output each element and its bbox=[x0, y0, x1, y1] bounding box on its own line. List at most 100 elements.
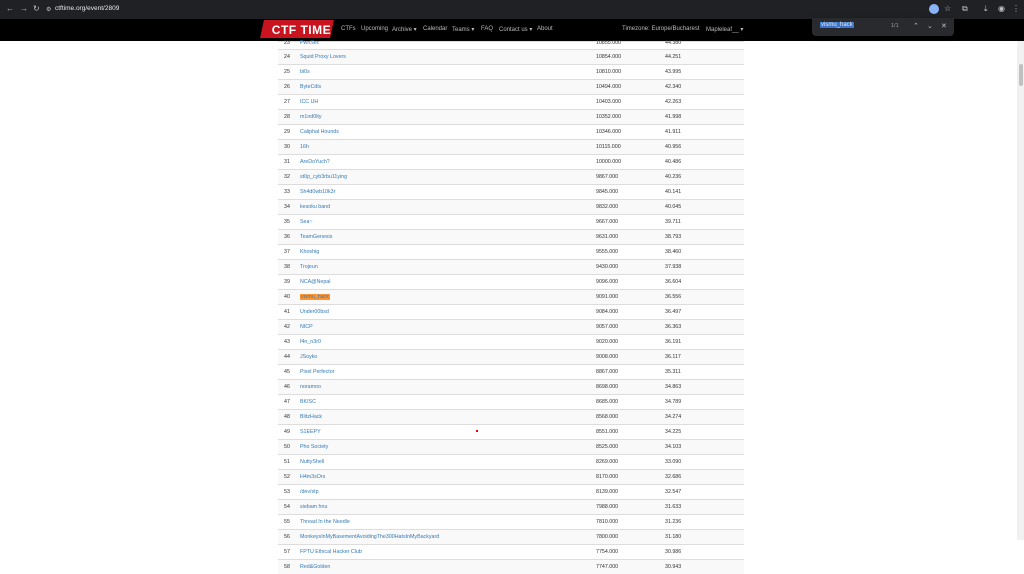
table-row: 23 PwnSec 10855.000 44.380 bbox=[278, 40, 744, 49]
points-cell: 8867.000 bbox=[596, 369, 619, 375]
find-close-icon[interactable]: ✕ bbox=[941, 22, 947, 30]
forward-icon[interactable]: → bbox=[20, 5, 28, 13]
team-link[interactable]: NCA@Nepal bbox=[300, 279, 330, 285]
table-row: 27 ICC UH 10403.000 42.263 bbox=[278, 94, 744, 109]
team-link[interactable]: Under00bsd bbox=[300, 309, 329, 315]
ctftime-logo[interactable]: CTF TIME bbox=[260, 20, 334, 38]
nav-teams[interactable]: Teams ▾ bbox=[452, 26, 474, 33]
team-link[interactable]: Red&Golden bbox=[300, 564, 330, 570]
team-link[interactable]: H4m3sOrs bbox=[300, 474, 325, 480]
rating-cell: 31.236 bbox=[665, 519, 682, 525]
team-link[interactable]: NuttyShell bbox=[300, 459, 324, 465]
rating-cell: 34.274 bbox=[665, 414, 682, 420]
nav-calendar[interactable]: Calendar bbox=[423, 26, 447, 32]
account-icon[interactable]: ◉ bbox=[998, 5, 1005, 13]
reload-icon[interactable]: ↻ bbox=[33, 5, 40, 13]
team-link[interactable]: noramoo bbox=[300, 384, 321, 390]
team-link[interactable]: Pixel Perfector bbox=[300, 369, 334, 375]
profile-avatar-icon[interactable] bbox=[929, 4, 939, 14]
rating-cell: 41.998 bbox=[665, 114, 682, 120]
rank-cell: 35 bbox=[284, 219, 290, 225]
find-prev-icon[interactable]: ⌃ bbox=[913, 22, 919, 30]
nav-upcoming[interactable]: Upcoming bbox=[361, 26, 388, 32]
team-link[interactable]: f4n_n3r0 bbox=[300, 339, 321, 345]
points-cell: 9091.000 bbox=[596, 294, 619, 300]
team-link[interactable]: m1nd0lty bbox=[300, 114, 322, 120]
points-cell: 10494.000 bbox=[596, 84, 622, 90]
scrollbar-thumb[interactable] bbox=[1019, 64, 1023, 86]
team-link[interactable]: FPTU Ethical Hacker Club bbox=[300, 549, 362, 555]
table-row: 49 S1EEPY 8551.000 34.225 bbox=[278, 424, 744, 439]
back-icon[interactable]: ← bbox=[6, 5, 14, 13]
team-link[interactable]: siebam hnu bbox=[300, 504, 327, 510]
team-link[interactable]: bi0s bbox=[300, 69, 310, 75]
points-cell: 10855.000 bbox=[596, 40, 622, 46]
team-link[interactable]: st0p_cyb3rbu11ying bbox=[300, 174, 347, 180]
team-link[interactable]: Sh4d0wb10k3r bbox=[300, 189, 335, 195]
extensions-icon[interactable]: ⧉ bbox=[962, 5, 968, 13]
table-row: 37 Khoshig 9555.000 38.460 bbox=[278, 244, 744, 259]
points-cell: 10000.000 bbox=[596, 159, 622, 165]
logo-text: CTF TIME bbox=[271, 23, 332, 37]
team-link[interactable]: JSoyko bbox=[300, 354, 317, 360]
team-link[interactable]: Caliphal Hounds bbox=[300, 129, 339, 135]
menu-icon[interactable]: ⋮ bbox=[1012, 5, 1020, 13]
team-link[interactable]: Khoshig bbox=[300, 249, 319, 255]
team-link[interactable]: vismu_hack bbox=[300, 294, 330, 300]
points-cell: 8685.000 bbox=[596, 399, 619, 405]
team-link[interactable]: Trojeun bbox=[300, 264, 318, 270]
rating-cell: 39.711 bbox=[665, 219, 681, 225]
points-cell: 10810.000 bbox=[596, 69, 622, 75]
team-link[interactable]: BlitzHack bbox=[300, 414, 322, 420]
download-icon[interactable]: ⤓ bbox=[984, 5, 988, 13]
points-cell: 8139.000 bbox=[596, 489, 619, 495]
user-menu[interactable]: Mapleleaf__ ▾ bbox=[706, 26, 743, 33]
nav-contact[interactable]: Contact us ▾ bbox=[499, 26, 532, 33]
team-link[interactable]: BKISC bbox=[300, 399, 316, 405]
rank-cell: 41 bbox=[284, 309, 290, 315]
team-link[interactable]: S1EEPY bbox=[300, 429, 321, 435]
table-row: 57 FPTU Ethical Hacker Club 7754.000 30.986 bbox=[278, 544, 744, 559]
cursor-dot bbox=[476, 430, 478, 432]
table-row: 44 JSoyko 9008.000 36.117 bbox=[278, 349, 744, 364]
rank-cell: 51 bbox=[284, 459, 290, 465]
nav-ctfs[interactable]: CTFs bbox=[341, 26, 356, 32]
bookmark-star-icon[interactable]: ☆ bbox=[944, 5, 951, 13]
points-cell: 10854.000 bbox=[596, 54, 622, 60]
rank-cell: 40 bbox=[284, 294, 290, 300]
points-cell: 7988.000 bbox=[596, 504, 619, 510]
rank-cell: 50 bbox=[284, 444, 290, 450]
rank-cell: 28 bbox=[284, 114, 290, 120]
team-link[interactable]: AreDoYuch? bbox=[300, 159, 330, 165]
team-link[interactable]: ICC UH bbox=[300, 99, 318, 105]
nav-faq[interactable]: FAQ bbox=[481, 26, 493, 32]
team-link[interactable]: 16h bbox=[300, 144, 309, 150]
site-info-icon[interactable]: ⚙ bbox=[46, 6, 51, 14]
team-link[interactable]: Pho Society bbox=[300, 444, 328, 450]
nav-archive[interactable]: Archive ▾ bbox=[392, 26, 417, 33]
team-link[interactable]: MonkeysInMyBasementAvoidingThe300HatsInM… bbox=[300, 534, 439, 540]
rating-cell: 41.911 bbox=[665, 129, 681, 135]
team-link[interactable]: PwnSec bbox=[300, 40, 319, 46]
team-link[interactable]: ByteCdls bbox=[300, 84, 321, 90]
find-input[interactable]: vismu_hack bbox=[820, 22, 854, 28]
team-link[interactable]: Squid Proxy Lovers bbox=[300, 54, 346, 60]
team-link[interactable]: TeamGenesis bbox=[300, 234, 332, 240]
rank-cell: 48 bbox=[284, 414, 290, 420]
team-link[interactable]: /dev/stp bbox=[300, 489, 319, 495]
table-row: 30 16h 10115.000 40.956 bbox=[278, 139, 744, 154]
team-link[interactable]: Sea~ bbox=[300, 219, 313, 225]
team-link[interactable]: kesoku band bbox=[300, 204, 330, 210]
rank-cell: 57 bbox=[284, 549, 290, 555]
rank-cell: 53 bbox=[284, 489, 290, 495]
rating-cell: 36.363 bbox=[665, 324, 682, 330]
address-bar[interactable]: ctftime.org/event/2809 bbox=[55, 5, 119, 12]
rating-cell: 34.225 bbox=[665, 429, 682, 435]
rank-cell: 32 bbox=[284, 174, 290, 180]
team-link[interactable]: NICP bbox=[300, 324, 313, 330]
team-link[interactable]: Thread In the Needle bbox=[300, 519, 350, 525]
nav-about[interactable]: About bbox=[537, 26, 553, 32]
find-next-icon[interactable]: ⌄ bbox=[927, 22, 933, 30]
rank-cell: 47 bbox=[284, 399, 290, 405]
scrollbar[interactable] bbox=[1017, 41, 1024, 540]
